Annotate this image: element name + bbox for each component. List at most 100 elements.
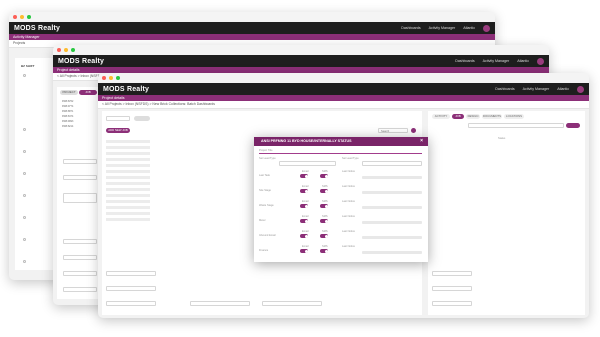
nav-dashboards[interactable]: Dashboards xyxy=(455,59,474,63)
right-search-input[interactable] xyxy=(468,123,564,128)
checkbox[interactable] xyxy=(23,74,26,77)
minimize-dot-icon[interactable] xyxy=(20,15,24,19)
app-logo[interactable]: MODS Realty xyxy=(58,58,104,65)
search-input[interactable]: Search xyxy=(378,128,408,133)
detail-field[interactable] xyxy=(63,193,97,203)
detail-field[interactable] xyxy=(262,301,322,306)
add-new-job-button[interactable]: ADD NEW JOB xyxy=(106,128,130,133)
checkbox[interactable] xyxy=(23,216,26,219)
list-item[interactable]: DW8 8214 xyxy=(62,125,73,129)
tab-activity[interactable]: ACTIVITY xyxy=(432,114,450,119)
minimize-dot-icon[interactable] xyxy=(64,48,68,52)
list-item[interactable]: DW8 9774 xyxy=(62,105,73,109)
right-field[interactable] xyxy=(432,271,472,276)
nav-dashboards[interactable]: Dashboards xyxy=(495,87,514,91)
table-row[interactable] xyxy=(106,182,150,185)
table-row[interactable] xyxy=(106,176,150,179)
select-b[interactable] xyxy=(362,161,422,166)
tab-locations[interactable]: LOCATIONS xyxy=(504,114,524,119)
detail-field[interactable] xyxy=(106,301,156,306)
zoom-dot-icon[interactable] xyxy=(27,15,31,19)
list-item[interactable]: DW8 8871 xyxy=(62,110,73,114)
close-dot-icon[interactable] xyxy=(102,76,106,80)
search-icon[interactable] xyxy=(411,128,416,133)
toggle-b-label: SMS xyxy=(322,170,328,173)
table-row[interactable] xyxy=(106,188,150,191)
nav-dashboards[interactable]: Dashboards xyxy=(401,26,420,30)
avatar[interactable] xyxy=(483,24,490,32)
filter-button[interactable] xyxy=(134,116,150,121)
checkbox[interactable] xyxy=(23,150,26,153)
sms-toggle[interactable] xyxy=(320,234,328,238)
zoom-dot-icon[interactable] xyxy=(116,76,120,80)
list-item[interactable]: DW8 8762 xyxy=(62,100,73,104)
table-row[interactable] xyxy=(106,218,150,221)
sms-toggle[interactable] xyxy=(320,174,328,178)
right-field[interactable] xyxy=(432,286,472,291)
table-row[interactable] xyxy=(106,164,150,167)
checkbox[interactable] xyxy=(23,172,26,175)
nav-atlantic[interactable]: Atlantic xyxy=(463,26,475,30)
detail-field[interactable] xyxy=(63,271,97,276)
detail-field[interactable] xyxy=(63,239,97,244)
detail-field[interactable] xyxy=(106,271,156,276)
email-toggle[interactable] xyxy=(300,234,308,238)
notification-modal: ANSI PRFMNG 11 BYD HOUSE/INTERNALLY STAT… xyxy=(254,137,428,262)
tab-documents[interactable]: DOCUMENTS xyxy=(482,114,502,119)
detail-field[interactable] xyxy=(63,255,97,260)
sms-toggle[interactable] xyxy=(320,189,328,193)
detail-field[interactable] xyxy=(63,159,97,164)
sms-toggle[interactable] xyxy=(320,249,328,253)
email-toggle[interactable] xyxy=(300,204,308,208)
avatar[interactable] xyxy=(537,57,544,65)
tab-job[interactable]: JOB xyxy=(79,90,97,95)
app-logo[interactable]: MODS Realty xyxy=(103,86,149,93)
avatar[interactable] xyxy=(577,85,584,93)
close-dot-icon[interactable] xyxy=(57,48,61,52)
checkbox[interactable] xyxy=(23,260,26,263)
right-field[interactable] xyxy=(432,301,472,306)
checkbox[interactable] xyxy=(23,128,26,131)
nav-atlantic[interactable]: Atlantic xyxy=(557,87,569,91)
zoom-dot-icon[interactable] xyxy=(71,48,75,52)
nav-activity-manager[interactable]: Activity Manager xyxy=(523,87,550,91)
detail-field[interactable] xyxy=(106,286,156,291)
table-row[interactable] xyxy=(106,170,150,173)
table-row[interactable] xyxy=(106,206,150,209)
tab-projects[interactable]: PROJECT xyxy=(60,90,78,95)
right-search-button[interactable] xyxy=(566,123,580,128)
checkbox[interactable] xyxy=(23,194,26,197)
app-logo[interactable]: MODS Realty xyxy=(14,25,60,32)
breadcrumb[interactable]: < All Projects > Inbox (NSFDS) > New Bri… xyxy=(98,101,589,109)
table-row[interactable] xyxy=(106,140,150,143)
tab-design[interactable]: DESIGN xyxy=(466,114,480,119)
sms-toggle[interactable] xyxy=(320,219,328,223)
close-dot-icon[interactable] xyxy=(13,15,17,19)
table-row[interactable] xyxy=(106,194,150,197)
email-toggle[interactable] xyxy=(300,189,308,193)
sms-toggle[interactable] xyxy=(320,204,328,208)
minimize-dot-icon[interactable] xyxy=(109,76,113,80)
email-toggle[interactable] xyxy=(300,219,308,223)
close-icon[interactable]: × xyxy=(420,137,423,146)
table-row[interactable] xyxy=(106,146,150,149)
nav-atlantic[interactable]: Atlantic xyxy=(517,59,529,63)
table-row[interactable] xyxy=(106,200,150,203)
table-row[interactable] xyxy=(106,158,150,161)
list-item[interactable]: DW8 9993 xyxy=(62,120,73,124)
table-row[interactable] xyxy=(106,152,150,155)
detail-field[interactable] xyxy=(190,301,250,306)
tab-job[interactable]: JOB xyxy=(452,114,464,119)
list-item[interactable]: DW8 8474 xyxy=(62,115,73,119)
detail-field[interactable] xyxy=(63,175,97,180)
select-a[interactable] xyxy=(279,161,336,166)
detail-field[interactable] xyxy=(63,287,97,292)
notify-row-label: Finance xyxy=(259,249,269,252)
nav-activity-manager[interactable]: Activity Manager xyxy=(429,26,456,30)
table-row[interactable] xyxy=(106,212,150,215)
filter-field[interactable] xyxy=(106,116,130,121)
nav-activity-manager[interactable]: Activity Manager xyxy=(483,59,510,63)
checkbox[interactable] xyxy=(23,238,26,241)
email-toggle[interactable] xyxy=(300,174,308,178)
email-toggle[interactable] xyxy=(300,249,308,253)
